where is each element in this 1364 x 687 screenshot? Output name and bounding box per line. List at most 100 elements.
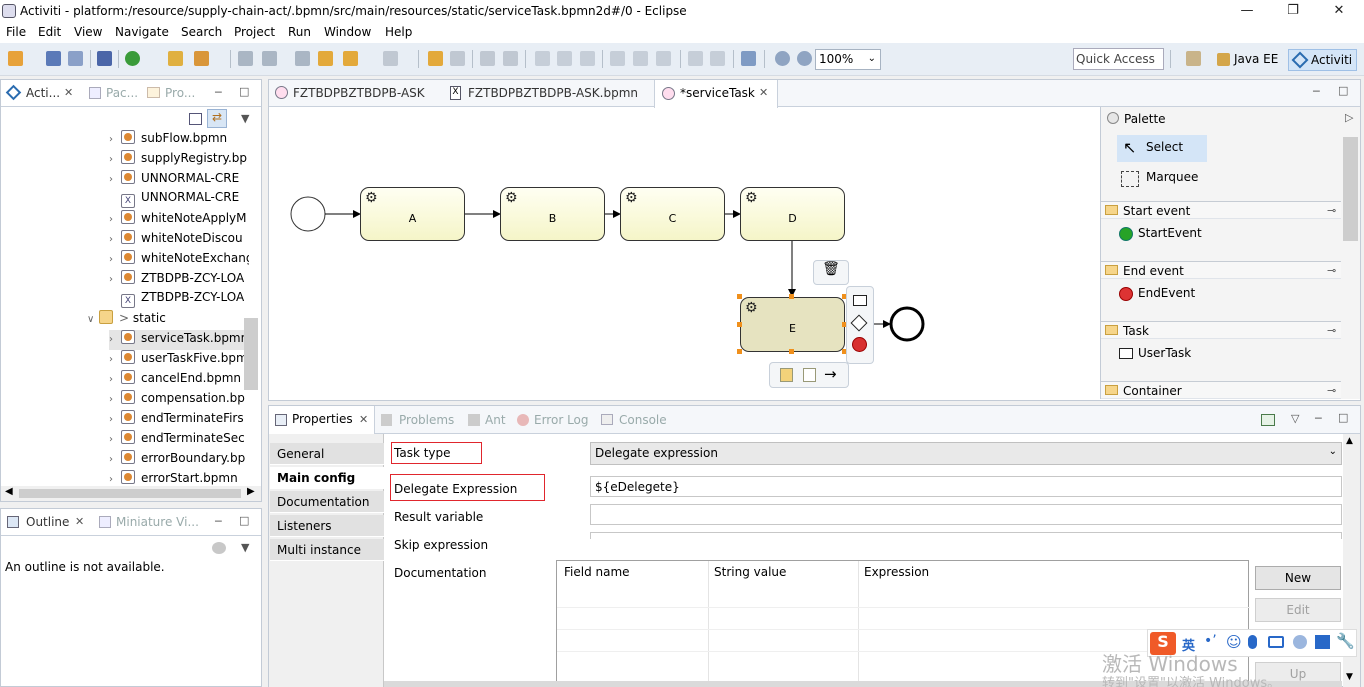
tree-item[interactable]: ›compensation.bp [109,390,249,410]
tree-vertical-scrollbar[interactable] [244,318,258,390]
view-menu-icon[interactable]: ▽ [1291,412,1299,425]
history-back-icon[interactable] [343,51,358,66]
chevron-right-icon[interactable]: › [109,174,119,185]
chevron-down-icon[interactable]: ∨ [87,314,97,325]
tab-package-explorer[interactable]: Pac... [106,86,138,100]
pin-icon[interactable]: ⊸ [1327,324,1336,337]
zoom-combo[interactable]: 100%⌄ [815,49,881,70]
console-icon[interactable] [97,51,112,66]
maximize-view-icon[interactable]: □ [239,514,249,527]
resize-handle[interactable] [789,294,794,299]
chevron-right-icon[interactable]: › [109,454,119,465]
zoom-out-icon[interactable] [775,51,790,66]
close-icon[interactable]: ✕ [1316,0,1362,23]
tree-item[interactable]: XUNNORMAL-CRE [109,190,249,210]
user-task-icon[interactable] [853,295,867,306]
menu-project[interactable]: Project [234,25,275,39]
chevron-right-icon[interactable]: › [109,474,119,485]
chevron-right-icon[interactable]: › [109,354,119,365]
undo-icon[interactable] [428,51,443,66]
close-tab-icon[interactable]: ✕ [759,86,768,99]
zoom-in-icon[interactable] [797,51,812,66]
editor-tab-service-task[interactable]: *serviceTask ✕ [654,80,778,108]
resize-handle[interactable] [737,349,742,354]
skip-expression-input[interactable] [590,532,1342,539]
minimize-icon[interactable]: — [1224,0,1270,23]
end-event[interactable] [891,308,923,340]
forward-icon[interactable] [383,51,398,66]
pin-icon[interactable]: ⊸ [1327,384,1336,397]
maximize-view-icon[interactable]: □ [1338,84,1348,97]
scroll-right-icon[interactable]: ▶ [247,486,255,497]
close-tab-icon[interactable]: ✕ [75,515,84,528]
perspective-java-ee[interactable]: Java EE [1212,49,1282,71]
tree-item[interactable]: ›whiteNoteApplyM [109,210,249,230]
side-tab-documentation[interactable]: Documentation [270,491,384,513]
close-tab-icon[interactable]: ✕ [359,413,368,426]
tab-activiti-explorer[interactable]: Acti... [26,86,60,100]
next-annotation-icon[interactable] [262,51,277,66]
annotation-icon[interactable] [238,51,253,66]
tree-item[interactable]: ›whiteNoteDiscou [109,230,249,250]
view-menu-icon[interactable]: ▼ [241,541,249,554]
user-icon[interactable] [1293,635,1307,649]
palette-marquee-tool[interactable]: Marquee [1117,167,1217,192]
tree-item[interactable]: ›UNNORMAL-CRE [109,170,249,190]
chevron-right-icon[interactable]: › [109,414,119,425]
arrow-right-icon[interactable]: → [824,365,837,383]
outline-toolbar-icon[interactable] [212,542,226,554]
chevron-right-icon[interactable]: › [109,394,119,405]
back-icon[interactable] [318,51,333,66]
tree-item[interactable]: ›errorBoundary.bp [109,450,249,470]
align-top-icon[interactable] [610,51,625,66]
menu-window[interactable]: Window [324,25,371,39]
editor-tab-ask[interactable]: FZTBDPBZTBDPB-ASK [269,80,444,107]
save-icon[interactable] [46,51,61,66]
menu-view[interactable]: View [74,25,102,39]
edit-button[interactable]: Edit [1255,598,1341,622]
task-type-select[interactable]: Delegate expression ⌄ [590,442,1342,465]
gateway-icon[interactable] [851,315,868,332]
delete-pad[interactable]: 🗑 [813,260,849,285]
match-height-icon[interactable] [710,51,725,66]
chevron-right-icon[interactable]: › [109,374,119,385]
tab-error-log[interactable]: Error Log [534,413,589,427]
tab-outline[interactable]: Outline [26,515,69,529]
keyboard-icon[interactable] [1268,636,1284,648]
chevron-right-icon[interactable]: › [109,434,119,445]
open-perspective-icon[interactable] [1186,51,1201,66]
align-middle-icon[interactable] [633,51,648,66]
minimize-view-icon[interactable]: ─ [1315,412,1322,425]
align-center-icon[interactable] [557,51,572,66]
tree-item[interactable]: ›cancelEnd.bpmn [109,370,249,390]
tree-item[interactable]: XZTBDPB-ZCY-LOA [109,290,249,310]
palette-select-tool[interactable]: ↖ Select [1117,135,1207,162]
menu-navigate[interactable]: Navigate [115,25,169,39]
column-header-expression[interactable]: Expression [864,565,929,579]
menu-edit[interactable]: Edit [38,25,61,39]
skin-icon[interactable] [1315,635,1330,649]
tree-item[interactable]: ›endTerminateFirs [109,410,249,430]
tab-miniature-view[interactable]: Miniature Vi... [116,515,199,529]
task-a[interactable]: ⚙A [360,187,465,241]
task-e-selected[interactable]: ⚙E [740,297,845,352]
microphone-icon[interactable] [1248,635,1257,649]
open-folder-icon[interactable] [168,51,183,66]
tree-item[interactable]: ›subFlow.bpmn [109,130,249,150]
tab-console[interactable]: Console [619,413,667,427]
resize-handle[interactable] [737,322,742,327]
align-bottom-icon[interactable] [656,51,671,66]
resize-handle[interactable] [737,294,742,299]
chevron-right-icon[interactable]: › [109,154,119,165]
result-variable-input[interactable] [590,504,1342,525]
punctuation-icon[interactable]: •’ [1204,633,1217,649]
tree-item[interactable]: ∨> static [87,310,247,330]
menu-run[interactable]: Run [288,25,311,39]
scroll-left-icon[interactable]: ◀ [5,486,13,497]
paste-icon[interactable] [503,51,518,66]
tree-item[interactable]: ›ZTBDPB-ZCY-LOA [109,270,249,290]
tab-project-explorer[interactable]: Pro... [165,86,195,100]
tree-item[interactable]: ›userTaskFive.bpm [109,350,249,370]
resize-handle[interactable] [789,349,794,354]
new-icon[interactable] [8,51,23,66]
